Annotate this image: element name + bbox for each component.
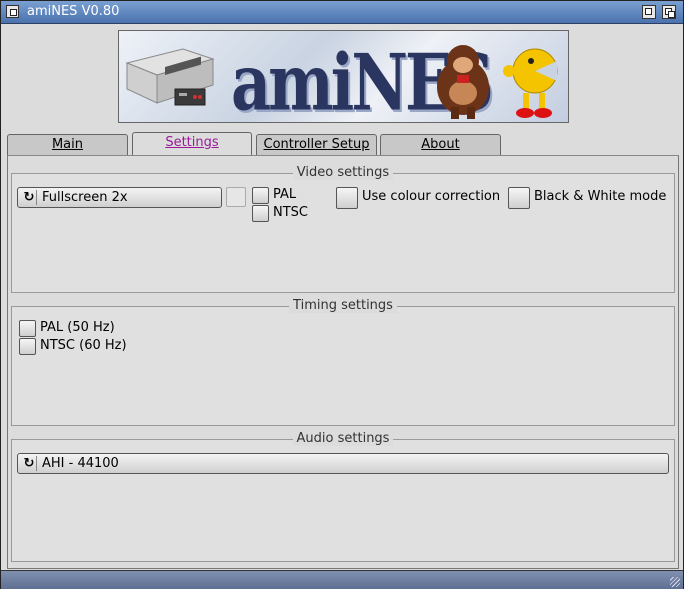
timing-settings-title: Timing settings (12, 298, 674, 313)
depth-icon[interactable] (662, 5, 676, 19)
close-icon[interactable] (6, 5, 19, 18)
bw-mode-label: Black & White mode (534, 189, 667, 204)
timing-settings-title-text: Timing settings (289, 298, 397, 313)
donkey-kong-icon (437, 45, 489, 119)
app-banner: amiNES (118, 30, 569, 123)
bw-mode-checkbox[interactable] (508, 187, 530, 209)
video-settings-group: Video settings ↻ Fullscreen 2x PAL NTSC … (11, 165, 675, 293)
video-settings-title: Video settings (12, 165, 674, 180)
audio-mode-value: AHI - 44100 (42, 456, 119, 471)
audio-mode-cycle[interactable]: ↻ AHI - 44100 (17, 453, 669, 474)
resize-grip-icon[interactable] (670, 577, 680, 587)
ntsc-video-checkbox[interactable] (252, 205, 269, 222)
tab-bar: Main Settings Controller Setup About (7, 132, 677, 156)
tab-controller-setup[interactable]: Controller Setup (256, 134, 377, 156)
pal-timing-label: PAL (50 Hz) (40, 320, 115, 335)
nes-console-icon (125, 48, 215, 106)
tab-about[interactable]: About (380, 134, 501, 156)
pac-man-icon (503, 48, 558, 118)
cycle-icon: ↻ (22, 190, 37, 205)
window-title: amiNES V0.80 (27, 4, 120, 19)
pal-video-checkbox[interactable] (252, 187, 269, 204)
video-mode-cycle[interactable]: ↻ Fullscreen 2x (17, 187, 222, 208)
main-window: amiNES V0.80 amiNES Main Settings Contro… (0, 0, 684, 589)
ntsc-timing-label: NTSC (60 Hz) (40, 338, 127, 353)
ntsc-timing-checkbox[interactable] (19, 338, 36, 355)
status-bar (1, 570, 683, 589)
ntsc-video-label: NTSC (273, 205, 308, 220)
tab-main[interactable]: Main (7, 134, 128, 156)
tab-settings-label: Settings (165, 135, 219, 150)
settings-panel: Video settings ↻ Fullscreen 2x PAL NTSC … (7, 155, 679, 569)
audio-settings-title: Audio settings (12, 431, 674, 446)
tab-about-label: About (421, 137, 460, 152)
colour-correction-checkbox[interactable] (336, 187, 358, 209)
tab-settings[interactable]: Settings (132, 132, 252, 156)
cycle-icon: ↻ (22, 456, 37, 471)
pal-timing-checkbox[interactable] (19, 320, 36, 337)
video-mode-value: Fullscreen 2x (42, 190, 128, 205)
title-bar[interactable]: amiNES V0.80 (1, 1, 683, 24)
audio-settings-title-text: Audio settings (292, 431, 394, 446)
colour-correction-label: Use colour correction (362, 189, 501, 204)
timing-settings-group: Timing settings PAL (50 Hz) NTSC (60 Hz) (11, 298, 675, 426)
iconify-icon[interactable] (642, 5, 656, 19)
audio-settings-group: Audio settings ↻ AHI - 44100 (11, 431, 675, 562)
video-settings-title-text: Video settings (292, 165, 394, 180)
video-mode-popup-button[interactable] (226, 187, 246, 207)
tab-controller-setup-label: Controller Setup (263, 137, 370, 152)
tab-main-label: Main (51, 137, 84, 152)
pal-video-label: PAL (273, 187, 297, 202)
